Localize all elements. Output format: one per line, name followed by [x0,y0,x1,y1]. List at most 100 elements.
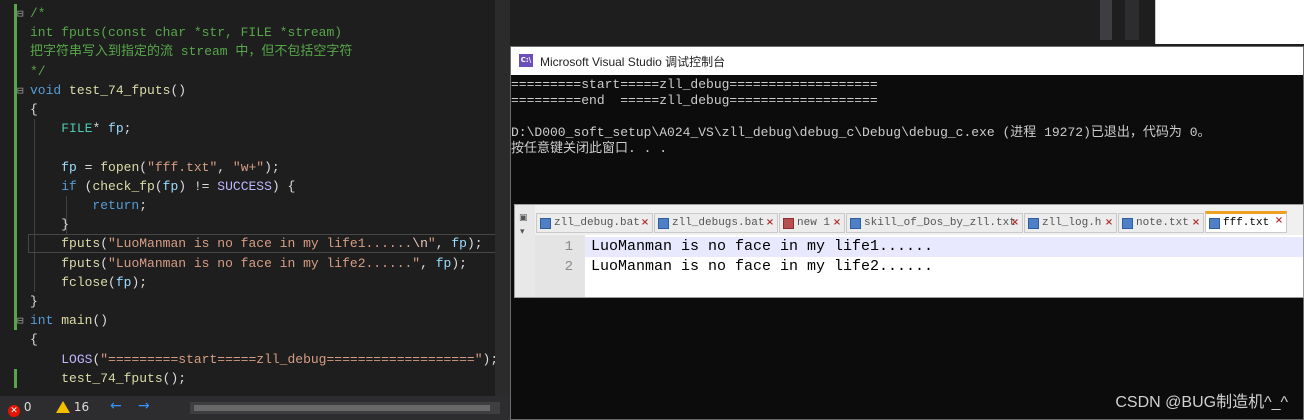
file-icon [850,218,861,229]
code-token: fp [115,274,132,290]
tab-new-1[interactable]: new 1 × [779,213,845,233]
code-token: fputs [61,236,101,252]
tab-zll-debug-bat[interactable]: zll_debug.bat × [536,213,653,233]
code-token: } [30,217,70,233]
code-token: fp [451,236,467,252]
close-tab-icon[interactable]: × [765,218,775,228]
code-line: { [30,100,38,119]
dropdown-icon[interactable]: ▾ [520,227,525,237]
code-token: = [76,159,101,175]
editor-horizontal-scrollbar[interactable] [190,402,500,414]
close-tab-icon[interactable]: × [1274,216,1284,226]
tab-zll-debugs-bat[interactable]: zll_debugs.bat × [654,213,778,233]
fold-toggle-icon[interactable]: ⊟ [17,7,27,20]
navigate-back-button[interactable]: ← [110,398,122,414]
tab-fff-txt[interactable]: fff.txt × [1205,211,1287,233]
tab-label: note.txt [1136,217,1189,229]
error-count[interactable]: ✕ 0 [8,400,31,417]
code-token: 把字符串写入到指定的流 stream 中，但不包括空字符 [30,44,353,60]
scrollbar-thumb[interactable] [194,405,490,411]
code-token: test_74_fputs [61,370,163,386]
code-token: fp [61,159,77,175]
background-pane [1155,0,1304,44]
code-token: fopen [100,159,140,175]
code-token: return [92,198,140,213]
code-token: if [61,178,77,194]
code-token: ( [100,255,109,271]
console-title-bar[interactable]: C:\ Microsoft Visual Studio 调试控制台 [511,47,1303,75]
code-token: "w+" [232,159,265,175]
code-line: LOGS("=========start=====zll_debug======… [30,350,498,369]
warning-count-label: 16 [73,400,90,414]
tab-label: fff.txt [1223,217,1270,229]
file-icon [658,218,669,229]
console-line: 按任意键关闭此窗口. . . [511,141,668,156]
code-token: ( [108,274,116,290]
code-token: "=========start=====zll_debug===========… [100,351,483,367]
code-token: () [92,313,109,329]
code-token: ( [100,236,109,252]
navigate-forward-button[interactable]: → [138,398,150,414]
code-editor[interactable]: ⊟ ⊟ ⊟/* int fputs(const char *str, FILE *st… [0,0,510,396]
code-token: */ [30,63,46,79]
code-line: { [30,330,38,349]
notepad-side-strip: ▣ ▾ [515,205,535,297]
panel-icon[interactable]: ▣ [519,213,528,223]
code-token: ); [131,274,148,290]
close-tab-icon[interactable]: × [640,218,650,228]
tab-label: skill_of_Dos_by_zll.txt [864,217,1016,229]
code-token: (); [162,370,187,386]
code-token: "LuoManman is no face in my life1...... [108,236,413,252]
code-token: { [30,332,38,348]
code-line: fp = fopen("fff.txt", "w+"); [30,158,280,177]
console-line: D:\D000_soft_setup\A024_VS\zll_debug\deb… [511,125,1211,140]
notepad-window[interactable]: ▣ ▾ zll_debug.bat × zll_debugs.bat × new 1 × s… [514,204,1304,298]
code-token: , [435,236,452,252]
code-line: fputs("LuoManman is no face in my life1.… [30,234,483,253]
warning-count[interactable]: 16 [56,400,89,414]
code-token: "LuoManman is no face in my life2......" [108,255,421,271]
editor-vertical-scrollbar[interactable] [495,0,510,396]
close-tab-icon[interactable]: × [1191,218,1201,228]
close-tab-icon[interactable]: × [1104,218,1114,228]
code-line: int main() [30,311,108,330]
tab-note-txt[interactable]: note.txt × [1118,213,1204,233]
splitter-bar[interactable] [1100,0,1112,40]
splitter-bar-secondary[interactable] [1125,0,1139,40]
code-token: check_fp [92,178,155,194]
fold-toggle-icon[interactable]: ⊟ [17,84,27,97]
code-token: int [30,313,54,329]
tab-skill-of-dos-by-zll-txt[interactable]: skill_of_Dos_by_zll.txt × [846,213,1023,233]
file-icon [783,218,794,229]
code-token: * [92,121,109,137]
close-tab-icon[interactable]: × [832,218,842,228]
tab-label: zll_log.h [1042,217,1102,229]
code-token: ( [154,178,163,194]
notepad-editor[interactable]: 1 LuoManman is no face in my life1...... 2… [535,235,1303,297]
file-icon [540,218,551,229]
code-token: () [170,82,187,98]
code-line: 把字符串写入到指定的流 stream 中，但不包括空字符 [30,42,352,61]
error-count-label: 0 [23,400,32,414]
code-token: int fputs(const char *str, FILE *stream) [30,25,343,41]
fold-toggle-icon[interactable]: ⊟ [17,314,27,327]
code-token: ); [466,236,483,252]
close-tab-icon[interactable]: × [1010,218,1020,228]
code-line: int fputs(const char *str, FILE *stream) [30,23,342,42]
code-token: void [30,82,62,98]
code-line: return; [30,196,147,215]
code-token: ) != [178,178,218,194]
code-token: ; [139,198,148,213]
error-icon: ✕ [8,405,20,417]
change-marker [14,368,17,388]
code-line: FILE* fp; [30,119,131,138]
tab-zll-log-h[interactable]: zll_log.h × [1024,213,1117,233]
code-token: SUCCESS [217,178,272,194]
